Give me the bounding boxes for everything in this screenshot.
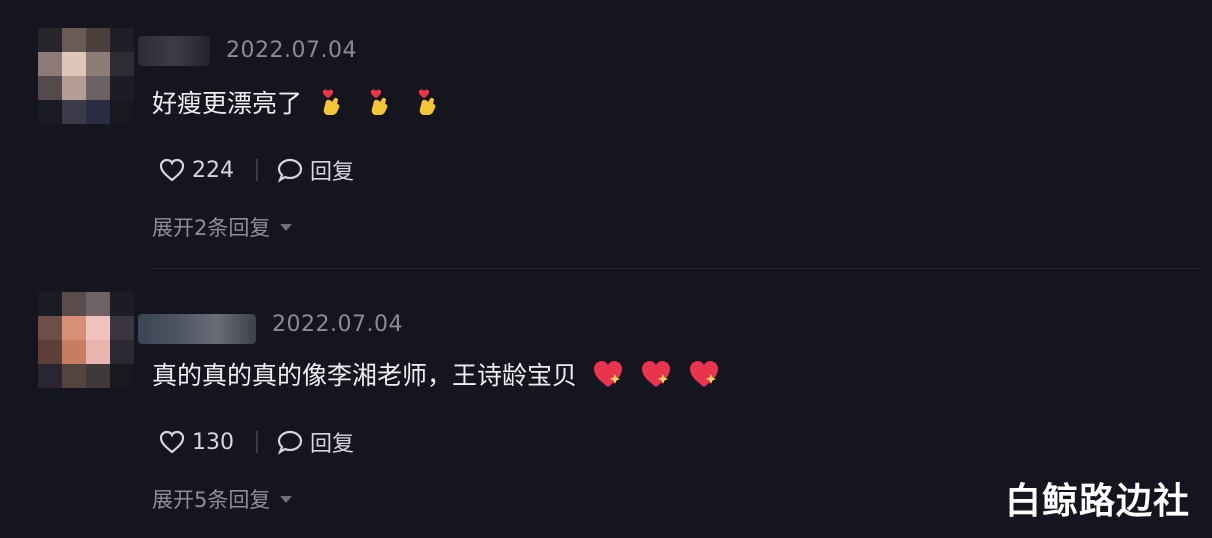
- like-count: 224: [192, 157, 234, 183]
- divider: [256, 159, 258, 181]
- reply-button[interactable]: 回复: [310, 426, 354, 458]
- heart-outline-icon[interactable]: [158, 429, 186, 455]
- expand-replies-label: 展开2条回复: [152, 216, 271, 240]
- finger-heart-icon: [322, 89, 340, 115]
- sparkling-heart-icon: [690, 361, 719, 387]
- sparkling-heart-icon: [642, 361, 671, 387]
- sparkling-heart-icon: [594, 361, 623, 387]
- comment-item: 2022.07.04 好瘦更漂亮了 224 回复 展开2条回复: [0, 0, 1212, 268]
- avatar[interactable]: [38, 292, 134, 388]
- reply-button[interactable]: 回复: [310, 154, 354, 186]
- finger-heart-icon: [370, 89, 388, 115]
- comment-actions: 130 回复: [158, 426, 354, 458]
- comment-actions: 224 回复: [158, 154, 354, 186]
- heart-outline-icon[interactable]: [158, 157, 186, 183]
- expand-replies-button[interactable]: 展开2条回复: [152, 212, 293, 242]
- comment-text-row: 真的真的真的像李湘老师，王诗龄宝贝: [152, 356, 735, 392]
- username-blurred[interactable]: [138, 36, 210, 66]
- divider: [256, 431, 258, 453]
- comment-date: 2022.07.04: [272, 312, 403, 337]
- watermark: 白鲸路边社: [1004, 481, 1190, 522]
- comment-text-row: 好瘦更漂亮了: [152, 84, 460, 120]
- like-count: 130: [192, 429, 234, 455]
- comment-bubble-icon[interactable]: [276, 157, 304, 183]
- comment-text: 真的真的真的像李湘老师，王诗龄宝贝: [152, 361, 578, 390]
- expand-replies-button[interactable]: 展开5条回复: [152, 484, 293, 514]
- caret-down-icon: [280, 495, 293, 503]
- finger-heart-icon: [418, 89, 436, 115]
- username-blurred[interactable]: [138, 314, 256, 344]
- comment-bubble-icon[interactable]: [276, 429, 304, 455]
- comment-text: 好瘦更漂亮了: [152, 89, 303, 118]
- comment-date: 2022.07.04: [226, 38, 357, 63]
- avatar[interactable]: [38, 28, 134, 124]
- caret-down-icon: [280, 223, 293, 231]
- comment-divider: [152, 268, 1202, 269]
- expand-replies-label: 展开5条回复: [152, 488, 271, 512]
